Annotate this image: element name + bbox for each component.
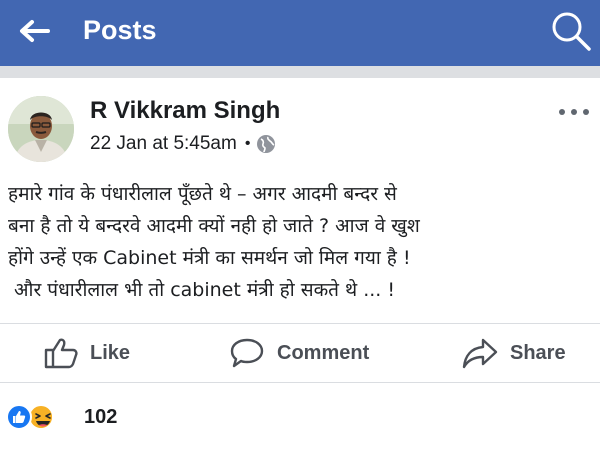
author-name[interactable]: R Vikkram Singh (90, 96, 280, 126)
more-dots-icon (559, 109, 589, 115)
back-button[interactable] (14, 16, 54, 46)
reaction-count: 102 (84, 405, 118, 428)
arrow-left-icon (20, 20, 50, 42)
like-label: Like (90, 341, 131, 364)
post-card: R Vikkram Singh 22 Jan at 5:45am • हमारे… (0, 78, 600, 450)
divider (0, 382, 600, 383)
author-avatar[interactable] (8, 96, 74, 162)
search-icon (552, 12, 591, 51)
avatar-photo-icon (8, 96, 74, 162)
post-line: और पंधारीलाल भी तो cabinet मंत्री हो सकत… (8, 279, 395, 301)
share-button[interactable]: Share (462, 334, 566, 372)
comment-label: Comment (277, 341, 370, 364)
post-options-button[interactable] (556, 102, 592, 122)
search-button[interactable] (548, 8, 594, 54)
share-arrow-icon (462, 338, 498, 369)
thumbs-up-icon (44, 338, 78, 369)
post-line: होंगे उन्हें एक Cabinet मंत्री का समर्थन… (8, 247, 411, 269)
post-timestamp[interactable]: 22 Jan at 5:45am (90, 132, 237, 156)
comment-button[interactable]: Comment (229, 334, 369, 372)
page-title: Posts (83, 15, 157, 45)
like-button[interactable]: Like (44, 334, 130, 372)
reactions-summary[interactable]: 102 (6, 401, 117, 433)
meta-separator: • (244, 135, 251, 152)
post-action-bar: Like Comment Share (0, 324, 600, 382)
comment-bubble-icon (230, 338, 264, 368)
feed-gap (0, 66, 600, 78)
post-body: हमारे गांव के पंधारीलाल पूँछते थे – अगर … (8, 178, 596, 306)
top-app-bar: Posts (0, 0, 600, 66)
reaction-icons (6, 402, 62, 432)
post-line: बना है तो ये बन्दरवे आदमी क्यों नही हो ज… (8, 215, 420, 237)
globe-icon (257, 135, 276, 153)
share-label: Share (510, 341, 566, 364)
post-meta: 22 Jan at 5:45am • (90, 132, 276, 156)
like-reaction-icon (6, 404, 32, 430)
post-line: हमारे गांव के पंधारीलाल पूँछते थे – अगर … (8, 183, 397, 205)
